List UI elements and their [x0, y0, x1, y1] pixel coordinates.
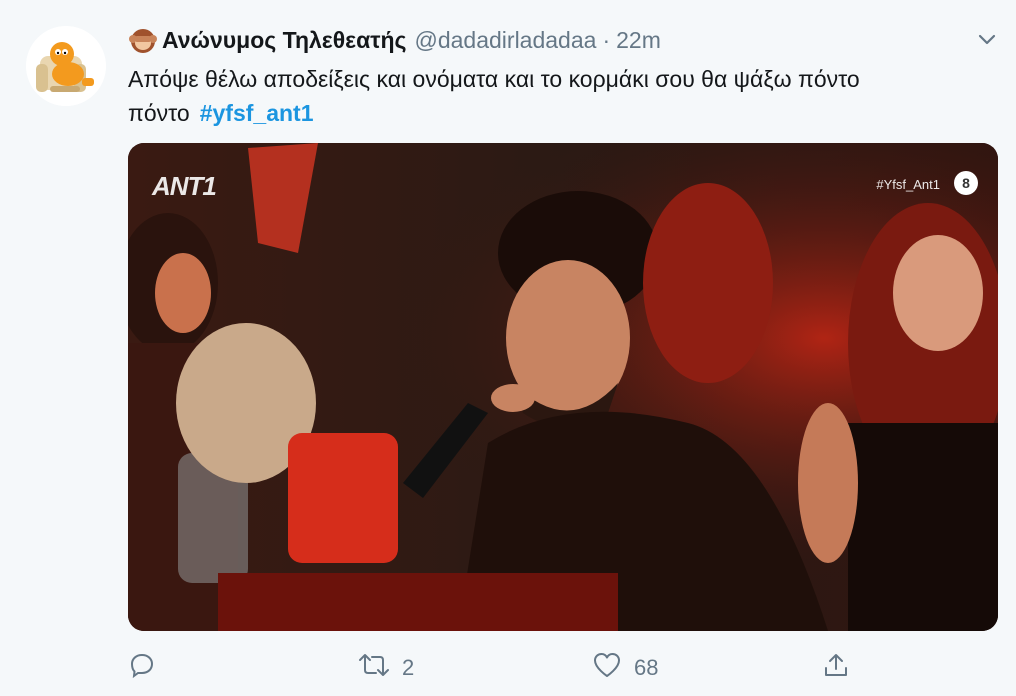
display-name[interactable]: Ανώνυμος Τηλεθεατής	[162, 27, 407, 54]
tweet-header: Ανώνυμος Τηλεθεατής @dadadirladadaa · 22…	[128, 24, 661, 56]
see-no-evil-monkey-icon	[128, 25, 158, 55]
reply-button[interactable]	[128, 648, 168, 688]
tweet-text: Απόψε θέλω αποδείξεις και ονόματα και το…	[128, 62, 988, 130]
channel-logo: ANT1	[152, 171, 217, 201]
retweet-button[interactable]: 2	[358, 648, 414, 688]
like-button[interactable]: 68	[592, 648, 658, 688]
user-handle[interactable]: @dadadirladadaa	[415, 27, 597, 54]
avatar[interactable]	[26, 26, 106, 106]
tweet-card[interactable]: Ανώνυμος Τηλεθεατής @dadadirladadaa · 22…	[0, 0, 1016, 696]
media-hashtag-overlay: #Yfsf_Ant1	[876, 177, 940, 192]
heart-icon	[592, 651, 622, 685]
media-image	[128, 143, 998, 631]
share-icon	[822, 651, 850, 685]
like-count: 68	[634, 655, 659, 680]
retweet-count: 2	[402, 655, 415, 680]
separator-dot: ·	[602, 26, 611, 53]
retweet-icon	[358, 651, 390, 685]
tweet-actions: 2 68	[128, 648, 868, 688]
timestamp[interactable]: 22m	[616, 27, 661, 54]
reply-icon	[128, 651, 156, 685]
hashtag-link[interactable]: #yfsf_ant1	[200, 100, 314, 126]
tweet-media[interactable]: ANT1 #Yfsf_Ant1 8	[128, 143, 998, 631]
share-button[interactable]	[822, 648, 850, 688]
chevron-down-icon[interactable]	[972, 24, 1002, 54]
rating-badge: 8	[954, 171, 978, 195]
